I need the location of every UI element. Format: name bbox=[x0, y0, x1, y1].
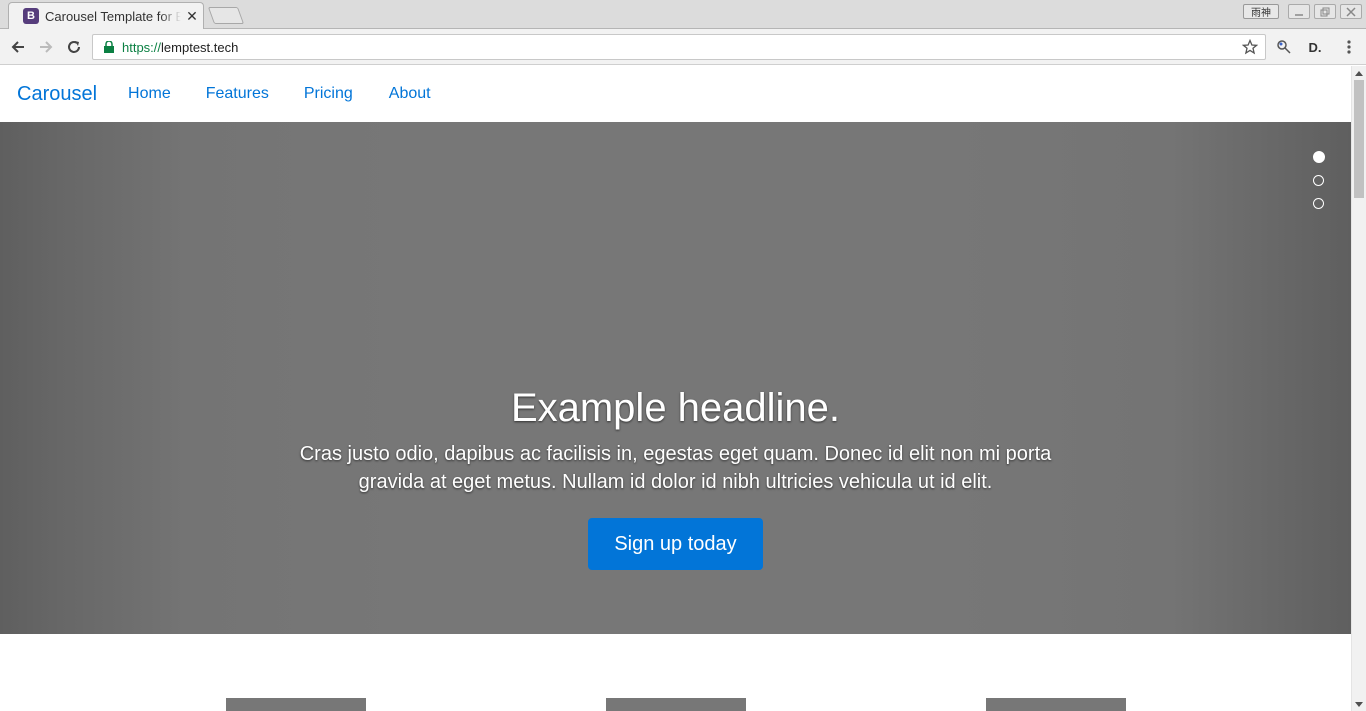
url-text: https://lemptest.tech bbox=[122, 40, 238, 55]
tab-close-icon[interactable]: ✕ bbox=[185, 8, 199, 25]
carousel-caption: Example headline. Cras justo odio, dapib… bbox=[0, 384, 1351, 570]
extension-d-icon[interactable]: D. bbox=[1306, 38, 1324, 56]
marketing-thumbnails bbox=[0, 698, 1351, 711]
browser-tab[interactable]: B Carousel Template for Bootstrap ✕ bbox=[8, 2, 204, 29]
browser-menu-icon[interactable] bbox=[1340, 38, 1358, 56]
new-tab-button[interactable] bbox=[207, 7, 245, 24]
tab-strip: B Carousel Template for Bootstrap ✕ 雨神 bbox=[0, 0, 1366, 29]
carousel-lead-text: Cras justo odio, dapibus ac facilisis in… bbox=[299, 443, 1052, 493]
bookmark-star-icon[interactable] bbox=[1242, 39, 1258, 55]
lock-icon bbox=[102, 40, 116, 54]
address-bar[interactable]: https://lemptest.tech bbox=[92, 34, 1266, 60]
ime-indicator[interactable]: 雨神 bbox=[1243, 4, 1279, 19]
forward-arrow-icon bbox=[40, 41, 53, 53]
restore-button[interactable] bbox=[1314, 4, 1336, 19]
minimize-icon bbox=[1295, 13, 1303, 16]
carousel-indicator-2[interactable] bbox=[1313, 175, 1324, 186]
scroll-down-arrow-icon[interactable] bbox=[1355, 702, 1363, 707]
marketing-image-1 bbox=[226, 698, 366, 711]
minimize-button[interactable] bbox=[1288, 4, 1310, 19]
carousel-headline: Example headline. bbox=[510, 386, 841, 430]
marketing-image-3 bbox=[986, 698, 1126, 711]
carousel-indicator-3[interactable] bbox=[1313, 198, 1324, 209]
extension-search-icon[interactable] bbox=[1275, 38, 1293, 56]
scroll-up-arrow-icon[interactable] bbox=[1355, 71, 1363, 76]
close-window-button[interactable] bbox=[1340, 4, 1362, 19]
carousel-indicators bbox=[1313, 151, 1325, 221]
marketing-image-2 bbox=[606, 698, 746, 711]
browser-toolbar: https://lemptest.tech D. bbox=[0, 29, 1366, 65]
bootstrap-favicon-icon: B bbox=[23, 8, 39, 24]
site-navbar: Carousel Home Features Pricing About bbox=[0, 66, 1351, 122]
reload-button[interactable] bbox=[63, 36, 85, 58]
restore-icon bbox=[1320, 7, 1330, 16]
url-host: lemptest.tech bbox=[161, 39, 239, 55]
reload-icon bbox=[68, 41, 80, 53]
scrollbar-thumb[interactable] bbox=[1354, 80, 1364, 198]
nav-link-pricing[interactable]: Pricing bbox=[304, 85, 353, 103]
vertical-scrollbar[interactable] bbox=[1351, 66, 1366, 711]
carousel-indicator-1[interactable] bbox=[1313, 151, 1325, 163]
nav-link-home[interactable]: Home bbox=[128, 85, 171, 103]
nav-link-about[interactable]: About bbox=[389, 85, 431, 103]
navbar-brand[interactable]: Carousel bbox=[17, 83, 97, 106]
url-scheme: https:// bbox=[122, 39, 162, 55]
nav-link-features[interactable]: Features bbox=[206, 85, 269, 103]
hero-carousel[interactable]: Example headline. Cras justo odio, dapib… bbox=[0, 122, 1351, 634]
close-icon bbox=[1346, 6, 1356, 17]
forward-button[interactable] bbox=[35, 36, 57, 58]
page-viewport: Carousel Home Features Pricing About Exa… bbox=[0, 66, 1351, 711]
tab-title: Carousel Template for Bootstrap bbox=[45, 8, 181, 24]
back-button[interactable] bbox=[7, 36, 29, 58]
sign-up-button[interactable]: Sign up today bbox=[588, 518, 763, 570]
back-arrow-icon bbox=[11, 41, 24, 53]
